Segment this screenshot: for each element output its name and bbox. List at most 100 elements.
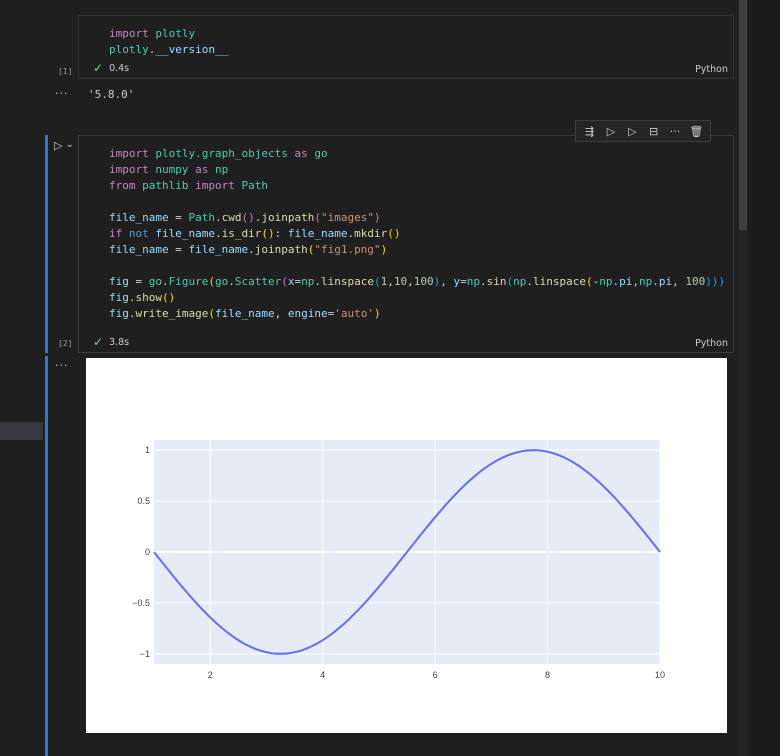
token: () <box>387 227 401 240</box>
token: Path <box>188 211 215 224</box>
token: , <box>387 275 394 288</box>
token: ) <box>380 243 388 256</box>
cell-1-duration: 0.4s <box>109 62 130 74</box>
token: file_name <box>188 243 249 256</box>
token: () <box>241 211 255 224</box>
scrollbar-thumb[interactable] <box>739 0 747 230</box>
x-tick-label: 4 <box>320 670 325 680</box>
code-cell-1[interactable]: import plotly plotly.__version__ ✓ 0.4s … <box>78 15 734 79</box>
token: 'auto' <box>334 307 374 320</box>
execute-below-icon[interactable]: ▷ <box>624 125 640 138</box>
token: file_name <box>109 211 169 224</box>
token: pi <box>658 275 673 288</box>
token: np <box>301 275 315 288</box>
delete-icon[interactable]: 🗑 <box>688 125 704 138</box>
cell-1-language[interactable]: Python <box>695 64 728 75</box>
token: __version__ <box>155 43 229 56</box>
cell-2-language[interactable]: Python <box>695 338 728 349</box>
cell-2-duration: 3.8s <box>109 336 130 348</box>
token: Scatter <box>234 275 282 288</box>
token: () <box>261 227 275 240</box>
token: sin <box>486 275 507 288</box>
token: 100 <box>685 275 706 288</box>
token: as <box>195 163 209 176</box>
token: ( <box>208 307 215 320</box>
token: pathlib <box>142 179 189 192</box>
token: , <box>274 307 288 320</box>
token: mkdir <box>354 227 388 240</box>
token: Path <box>241 179 268 192</box>
plot-output[interactable]: 2 4 6 8 10 1 0.5 0 −0.5 −1 <box>86 358 727 733</box>
x-tick-label: 6 <box>433 670 438 680</box>
token: . <box>128 307 136 320</box>
token: plotly.graph_objects <box>155 147 288 160</box>
output-1-more-icon[interactable]: ··· <box>55 87 69 100</box>
token: . <box>314 275 321 288</box>
token: file_name <box>287 227 348 240</box>
token: plotly <box>109 43 149 56</box>
editor-scrollbar[interactable] <box>738 0 748 756</box>
token: , <box>672 275 686 288</box>
code-cell-2[interactable]: import plotly.graph_objects as go import… <box>78 135 734 353</box>
token: import <box>109 147 149 160</box>
token: numpy <box>155 163 189 176</box>
token: ) <box>373 211 381 224</box>
token: joinpath <box>254 243 308 256</box>
token: . <box>214 227 222 240</box>
token: , <box>440 275 454 288</box>
token: fig <box>109 307 129 320</box>
token: 10 <box>393 275 408 288</box>
token: fig <box>109 291 129 304</box>
token: engine <box>287 307 328 320</box>
cell-toolbar: ⇶ ▷ ▷ ⊟ ··· 🗑 <box>575 120 711 142</box>
token: go <box>148 275 162 288</box>
cell-1-status: ✓ 0.4s <box>93 61 129 75</box>
execute-above-icon[interactable]: ▷ <box>603 125 619 138</box>
token: import <box>195 179 235 192</box>
run-by-line-icon[interactable]: ⇶ <box>582 125 598 138</box>
token: as <box>294 147 308 160</box>
token: . <box>652 275 659 288</box>
token: show <box>135 291 163 304</box>
output-2-more-icon[interactable]: ··· <box>55 359 69 372</box>
token: np <box>513 275 527 288</box>
token: . <box>214 211 222 224</box>
token: file_name <box>214 307 275 320</box>
cell-1-output: '5.8.0' <box>88 88 135 101</box>
code-cell-1-source[interactable]: import plotly plotly.__version__ <box>109 26 228 58</box>
token: np <box>215 163 229 176</box>
token: np <box>599 275 613 288</box>
y-tick-label: 0 <box>145 547 150 557</box>
token: = <box>168 211 189 224</box>
y-tick-label: −1 <box>140 649 150 659</box>
x-tick-label: 2 <box>208 670 213 680</box>
token: ( <box>208 275 215 288</box>
token: go <box>215 275 229 288</box>
token: pi <box>619 275 633 288</box>
token: from <box>109 179 136 192</box>
token: ( <box>585 275 593 288</box>
token: . <box>228 275 235 288</box>
token: not <box>122 227 156 240</box>
token: import <box>109 27 149 40</box>
output-focus-bar <box>45 356 48 756</box>
more-icon[interactable]: ··· <box>667 125 683 138</box>
split-cell-icon[interactable]: ⊟ <box>646 125 662 138</box>
token: linspace <box>532 275 586 288</box>
token: go <box>314 147 328 160</box>
token: linspace <box>320 275 374 288</box>
chevron-down-icon[interactable]: ⌄ <box>65 139 73 150</box>
run-cell-button[interactable]: ▷ ⌄ <box>54 139 74 153</box>
token: ( <box>314 211 321 224</box>
cell-1-exec-count: [1] <box>58 67 73 76</box>
token: np <box>638 275 653 288</box>
y-tick-label: 0.5 <box>137 496 150 506</box>
line-chart[interactable]: 2 4 6 8 10 1 0.5 0 −0.5 −1 <box>86 358 727 733</box>
token: . <box>248 243 255 256</box>
run-icon[interactable]: ▷ <box>54 139 62 152</box>
code-cell-2-source[interactable]: import plotly.graph_objects as go import… <box>109 146 725 322</box>
token: = <box>168 243 189 256</box>
token: = <box>460 275 467 288</box>
token: ( <box>373 275 381 288</box>
cell-focus-bar <box>45 135 48 353</box>
